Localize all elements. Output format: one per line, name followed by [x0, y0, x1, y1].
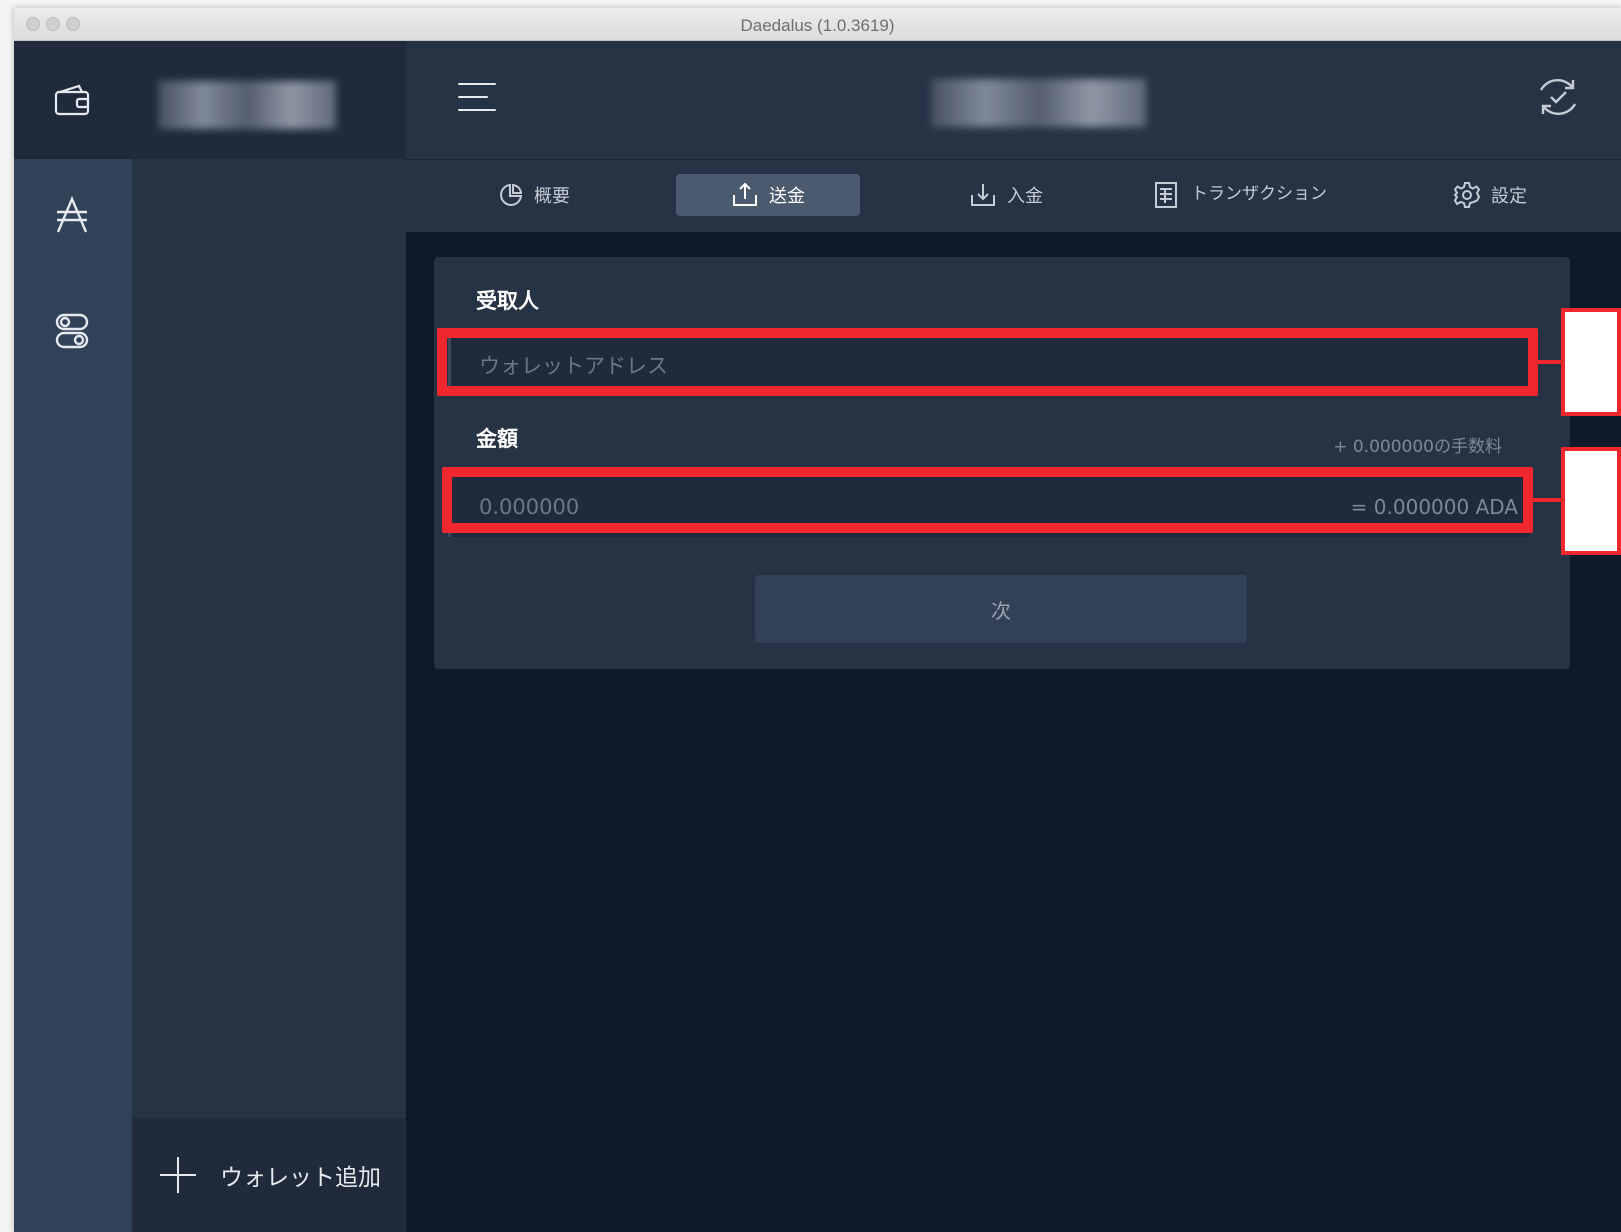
plus-icon	[160, 1157, 196, 1193]
tab-receive-label: 入金	[1007, 186, 1043, 207]
fee-text: + 0.000000の手数料	[1333, 437, 1502, 457]
receive-icon	[971, 184, 995, 206]
settings-gear-icon	[1453, 182, 1481, 208]
wallet-list-item-active[interactable]	[132, 41, 406, 159]
next-button[interactable]: 次	[755, 575, 1247, 643]
tab-summary[interactable]: 概要	[474, 174, 594, 216]
tab-transactions-label: トランザクション	[1191, 184, 1327, 204]
tab-send-label: 送金	[769, 186, 805, 207]
wallet-icon	[50, 78, 94, 122]
window-title: Daedalus (1.0.3619)	[740, 16, 895, 35]
tab-summary-label: 概要	[534, 186, 570, 207]
receiver-label: 受取人	[476, 289, 539, 313]
tab-receive[interactable]: 入金	[946, 174, 1066, 216]
tab-transactions[interactable]: トランザクション	[1146, 174, 1336, 216]
app-window: Daedalus (1.0.3619) ウォレット追加 概要 送金 入金 トラン…	[14, 8, 1621, 1232]
icon-sidebar	[14, 41, 132, 1232]
address-field-highlight	[437, 328, 1538, 396]
tab-settings-label: 設定	[1491, 186, 1527, 207]
main-content: 概要 送金 入金 トランザクション 設定 受取人 ウォレットアドレス 金額 + …	[406, 41, 1621, 1232]
hamburger-icon[interactable]	[458, 83, 496, 113]
add-wallet-label: ウォレット追加	[220, 1165, 381, 1191]
top-bar	[406, 41, 1621, 159]
wallet-balance-redacted	[931, 79, 1146, 127]
send-form-card: 受取人 金額 + 0.000000の手数料 = 0.000000 ADA 次	[434, 257, 1570, 669]
wallet-tab-bar: 概要 送金 入金 トランザクション 設定	[406, 159, 1621, 232]
sidebar-item-wallets[interactable]	[14, 41, 132, 159]
wallet-name-redacted	[158, 81, 336, 129]
wallet-list-panel: ウォレット追加	[132, 41, 406, 1232]
summary-icon	[500, 183, 523, 206]
send-icon	[733, 182, 757, 206]
title-bar: Daedalus (1.0.3619)	[14, 8, 1621, 41]
amount-field-highlight	[442, 467, 1533, 533]
ada-icon[interactable]	[50, 193, 94, 237]
address-callout-box	[1561, 308, 1621, 416]
amount-label: 金額	[476, 427, 518, 451]
tab-settings[interactable]: 設定	[1430, 174, 1550, 216]
add-wallet-button[interactable]: ウォレット追加	[132, 1118, 406, 1232]
toggle-settings-icon[interactable]	[50, 309, 94, 353]
transactions-icon	[1155, 182, 1177, 208]
tab-send[interactable]: 送金	[676, 174, 860, 216]
amount-callout-box	[1561, 447, 1621, 555]
sync-check-icon[interactable]	[1535, 74, 1581, 120]
